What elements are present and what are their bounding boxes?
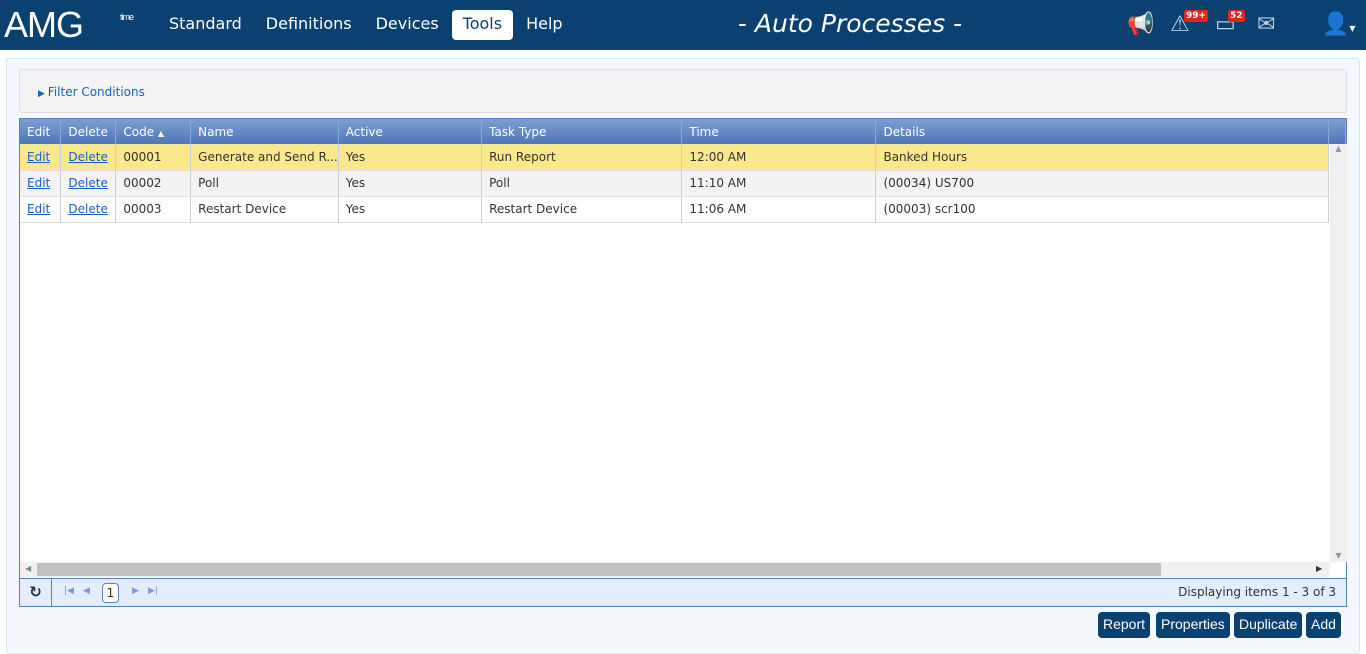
main-nav: Standard Definitions Devices Tools Help xyxy=(158,10,576,40)
nav-definitions[interactable]: Definitions xyxy=(255,10,363,40)
vertical-scrollbar[interactable]: ▲ ▼ xyxy=(1330,144,1347,562)
scroll-down-icon[interactable]: ▼ xyxy=(1330,551,1347,560)
nav-help[interactable]: Help xyxy=(515,10,573,40)
amg-logo[interactable]: AMG time xyxy=(4,4,134,46)
mail-icon[interactable]: ✉ xyxy=(1257,12,1275,37)
horizontal-scrollbar[interactable]: ◀ ▶ xyxy=(20,562,1330,577)
edit-link[interactable]: Edit xyxy=(27,150,50,164)
header-spacer xyxy=(1328,119,1346,144)
properties-button[interactable]: Properties xyxy=(1156,612,1230,638)
add-button[interactable]: Add xyxy=(1306,612,1341,638)
scroll-up-icon[interactable]: ▲ xyxy=(1330,144,1347,153)
cell-active: Yes xyxy=(338,144,483,171)
page-number-input[interactable]: 1 xyxy=(102,583,119,603)
cell-active: Yes xyxy=(338,170,483,197)
calendar-icon[interactable]: ▭ 52 xyxy=(1215,10,1245,37)
edit-link[interactable]: Edit xyxy=(27,176,50,190)
delete-link[interactable]: Delete xyxy=(68,202,107,216)
refresh-icon[interactable]: ↻ xyxy=(20,579,52,606)
user-icon[interactable]: 👤▼ xyxy=(1322,12,1356,37)
col-code[interactable]: Code ▲ xyxy=(115,119,192,144)
duplicate-button[interactable]: Duplicate xyxy=(1234,612,1303,638)
scrollbar-thumb[interactable] xyxy=(37,563,1161,576)
cell-name: Poll xyxy=(190,170,339,197)
warning-icon[interactable]: ⚠ 99+ xyxy=(1170,10,1209,37)
cell-active: Yes xyxy=(338,196,483,223)
cell-task-type: Restart Device xyxy=(481,196,683,223)
cell-task-type: Run Report xyxy=(481,144,683,171)
cell-details: Banked Hours xyxy=(875,144,1330,171)
col-task-type[interactable]: Task Type xyxy=(481,119,683,144)
col-edit[interactable]: Edit xyxy=(20,119,62,144)
calendar-badge: 52 xyxy=(1228,10,1245,22)
table-row[interactable]: Edit Delete 00001 Generate and Send R...… xyxy=(20,144,1346,171)
caret-right-icon: ▶ xyxy=(38,89,48,99)
cell-details: (00003) scr100 xyxy=(875,196,1330,223)
megaphone-icon[interactable]: 📢 xyxy=(1127,12,1154,37)
next-page-icon[interactable]: ▶ xyxy=(132,586,139,596)
nav-tools[interactable]: Tools xyxy=(451,10,514,40)
page-title: - Auto Processes - xyxy=(737,9,963,38)
cell-task-type: Poll xyxy=(481,170,683,197)
cell-code: 00001 xyxy=(115,144,192,171)
first-page-icon[interactable]: |◀ xyxy=(64,586,74,596)
edit-link[interactable]: Edit xyxy=(27,202,50,216)
nav-devices[interactable]: Devices xyxy=(365,10,450,40)
delete-link[interactable]: Delete xyxy=(68,176,107,190)
top-bar: AMG time Standard Definitions Devices Too… xyxy=(0,0,1366,50)
cell-time: 11:10 AM xyxy=(681,170,877,197)
cell-code: 00002 xyxy=(115,170,192,197)
cell-details: (00034) US700 xyxy=(875,170,1330,197)
col-details[interactable]: Details xyxy=(875,119,1330,144)
filter-conditions-toggle[interactable]: ▶ Filter Conditions xyxy=(19,69,1347,113)
pager: ↻ |◀ ◀ 1 ▶ ▶| Displaying items 1 - 3 of … xyxy=(20,578,1346,606)
delete-link[interactable]: Delete xyxy=(68,150,107,164)
cell-time: 12:00 AM xyxy=(681,144,877,171)
table-row[interactable]: Edit Delete 00003 Restart Device Yes Res… xyxy=(20,196,1346,223)
chevron-down-icon: ▼ xyxy=(1349,24,1356,33)
report-button[interactable]: Report xyxy=(1098,612,1151,638)
last-page-icon[interactable]: ▶| xyxy=(148,586,158,596)
col-time[interactable]: Time xyxy=(681,119,877,144)
scroll-right-icon[interactable]: ▶ xyxy=(1316,564,1322,573)
col-name[interactable]: Name xyxy=(190,119,339,144)
cell-time: 11:06 AM xyxy=(681,196,877,223)
col-delete[interactable]: Delete xyxy=(60,119,117,144)
pager-status: Displaying items 1 - 3 of 3 xyxy=(1178,585,1336,599)
col-active[interactable]: Active xyxy=(338,119,483,144)
header-row: Edit Delete Code ▲ Name Active Task Type… xyxy=(20,119,1346,144)
nav-standard[interactable]: Standard xyxy=(158,10,253,40)
auto-processes-grid: Edit Delete Code ▲ Name Active Task Type… xyxy=(19,118,1347,607)
cell-name: Restart Device xyxy=(190,196,339,223)
prev-page-icon[interactable]: ◀ xyxy=(83,586,90,596)
alerts-badge: 99+ xyxy=(1184,10,1209,22)
scroll-left-icon[interactable]: ◀ xyxy=(25,564,31,573)
sort-asc-icon: ▲ xyxy=(157,128,165,138)
table-row[interactable]: Edit Delete 00002 Poll Yes Poll 11:10 AM… xyxy=(20,170,1346,197)
cell-name: Generate and Send R... xyxy=(190,144,339,171)
cell-code: 00003 xyxy=(115,196,192,223)
